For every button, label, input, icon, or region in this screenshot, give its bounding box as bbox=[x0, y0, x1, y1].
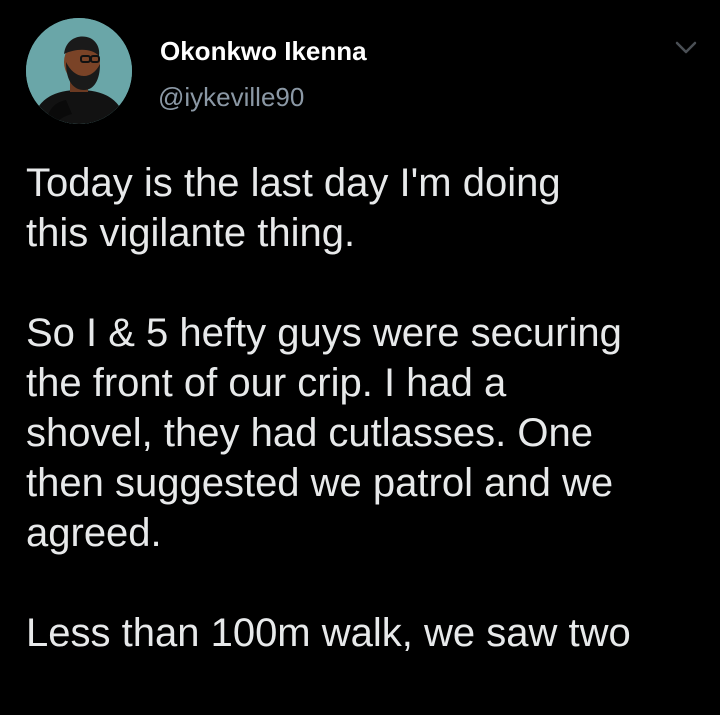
avatar-illustration-icon bbox=[26, 18, 132, 124]
author-display-name[interactable]: Okonkwo Ikenna bbox=[160, 36, 367, 67]
tweet-paragraph: So I & 5 hefty guys were securing the fr… bbox=[26, 311, 622, 555]
tweet-paragraph: Today is the last day I'm doing this vig… bbox=[26, 161, 561, 255]
chevron-down-icon[interactable] bbox=[671, 38, 701, 58]
avatar[interactable] bbox=[26, 18, 132, 124]
tweet-card: Okonkwo Ikenna @iykeville90 Today is the… bbox=[0, 0, 720, 715]
tweet-header: Okonkwo Ikenna @iykeville90 bbox=[26, 18, 706, 124]
tweet-text: Today is the last day I'm doing this vig… bbox=[26, 158, 706, 708]
tweet-paragraph: Less than 100m walk, we saw two bbox=[26, 611, 631, 655]
author-handle[interactable]: @iykeville90 bbox=[158, 82, 304, 113]
